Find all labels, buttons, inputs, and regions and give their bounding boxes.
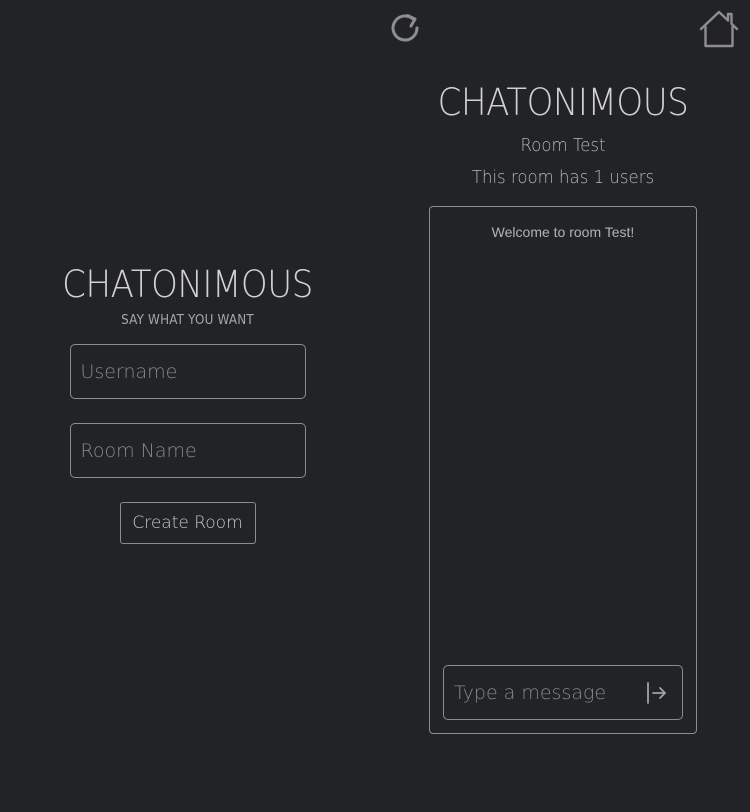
send-arrow-icon[interactable]: [644, 680, 670, 706]
room-user-count: This room has 1 users: [471, 167, 655, 188]
home-icon[interactable]: [698, 9, 740, 49]
room-name-input[interactable]: [69, 423, 306, 478]
page: CHATONIMOUS SAY WHAT YOU WANT Create Roo…: [0, 0, 750, 812]
room-title: Room Test: [520, 135, 606, 156]
chat-message: Welcome to room Test!: [491, 224, 635, 240]
tagline: SAY WHAT YOU WANT: [121, 313, 254, 328]
logo-title: CHATONIMOUS: [62, 263, 313, 306]
message-composer: [443, 665, 683, 720]
create-room-button[interactable]: Create Room: [119, 502, 256, 544]
refresh-icon[interactable]: [387, 10, 423, 46]
create-room-panel: CHATONIMOUS SAY WHAT YOU WANT Create Roo…: [40, 260, 335, 544]
chat-box: Welcome to room Test!: [429, 206, 697, 734]
chat-logo-title: CHATONIMOUS: [437, 81, 689, 124]
chat-header: CHATONIMOUS Room Test This room has 1 us…: [425, 78, 701, 191]
username-input[interactable]: [69, 344, 306, 399]
message-input[interactable]: [444, 666, 634, 719]
